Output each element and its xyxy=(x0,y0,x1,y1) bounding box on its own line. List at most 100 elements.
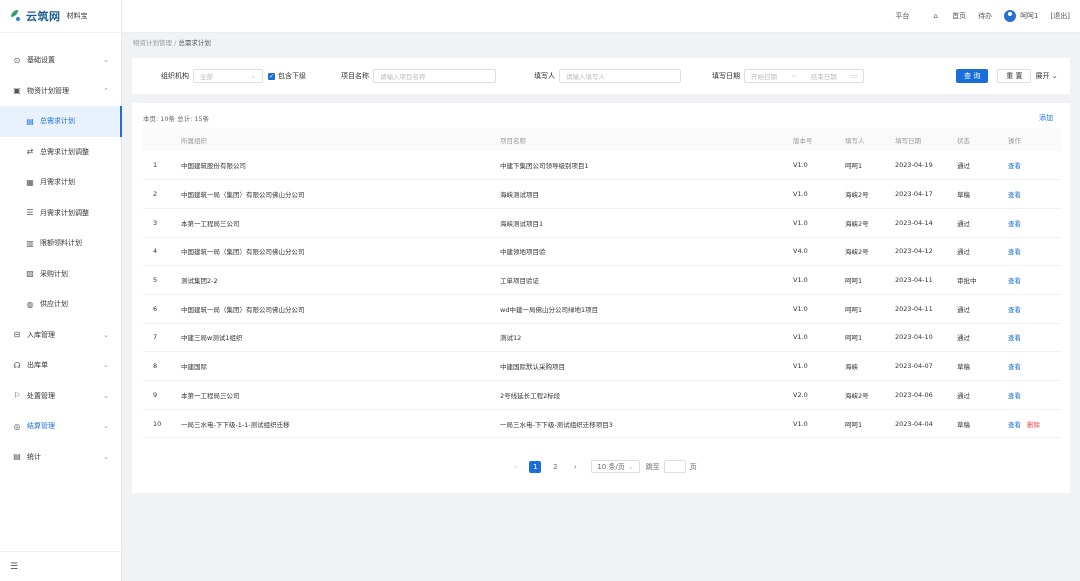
sidebar-item-label: 物资计划管理 xyxy=(27,86,69,95)
view-link[interactable]: 查看 xyxy=(1008,363,1021,371)
pagination: ‹ 1 2 › 10 条/页 ⌄ 跳至 页 xyxy=(132,460,1070,473)
cell-index: 1 xyxy=(143,151,181,181)
breadcrumb-current: 总需求计划 xyxy=(178,39,211,47)
table-row: 1 中国建筑股份有限公司 中建下集团公司领导级别项目1 V1.0 呵呵1 2023-04-… xyxy=(143,151,1061,181)
page-1-button[interactable]: 1 xyxy=(529,460,542,473)
sidebar-item-stats[interactable]: ▤ 统计 ⌄ xyxy=(0,442,121,473)
cell-filler: 呵呵1 xyxy=(845,323,895,353)
col-actions: 操作 xyxy=(1008,128,1061,151)
sidebar-item-inbound[interactable]: ⊟ 入库管理 ⌄ xyxy=(0,320,121,351)
view-link[interactable]: 查看 xyxy=(1008,191,1021,199)
page-2-button[interactable]: 2 xyxy=(549,461,561,473)
view-link[interactable]: 查看 xyxy=(1008,220,1021,228)
sidebar-item-outbound[interactable]: ☊ 出库单 ⌄ xyxy=(0,350,121,381)
headset-icon: ☊ xyxy=(13,360,21,370)
reset-button[interactable]: 重 置 xyxy=(997,69,1032,83)
sidebar-subitem-total-demand-adjust[interactable]: ⇄ 总需求计划调整 xyxy=(0,137,121,168)
check-icon: ✓ xyxy=(268,72,275,80)
view-link[interactable]: 查看 xyxy=(1008,421,1021,429)
adjust-icon: ⇄ xyxy=(26,147,34,157)
view-link[interactable]: 查看 xyxy=(1008,392,1021,400)
cell-filler: 海峡2号 xyxy=(845,179,895,209)
sidebar-item-label: 入库管理 xyxy=(27,330,55,339)
table-row: 10 一局三水电-下下级-1-1-测试组织迁移 一局三水电-下下级-测试组织迁移项目… xyxy=(143,409,1061,439)
cell-date: 2023-04-11 xyxy=(895,294,957,324)
cell-status: 审批中 xyxy=(957,265,1008,295)
sidebar-subitem-purchase-plan[interactable]: ▧ 采购计划 xyxy=(0,259,121,290)
col-date: 填写日期 xyxy=(895,128,957,151)
delete-link[interactable]: 删除 xyxy=(1027,421,1040,429)
collapse-menu-button[interactable]: ☰ xyxy=(0,551,121,581)
org-select[interactable]: 全部 ⌄ xyxy=(193,69,263,83)
cell-project: 中建领地项目验 xyxy=(500,237,793,267)
sidebar-subitem-quota-picking[interactable]: ▥ 限额领料计划 xyxy=(0,228,121,259)
sidebar-subitem-monthly-demand[interactable]: ▦ 月需求计划 xyxy=(0,167,121,198)
org-select-value: 全部 xyxy=(200,73,213,81)
date-range-picker[interactable]: 开始日期 ~ 结束日期 ▭ xyxy=(744,69,864,83)
sidebar-subitem-total-demand[interactable]: ▤ 总需求计划 xyxy=(0,106,122,137)
breadcrumb-separator: / xyxy=(174,39,177,47)
table-row: 5 测试集团2-2 工单项目验证 V1.0 呵呵1 2023-04-11 审批中 查看 xyxy=(143,265,1061,295)
cell-date: 2023-04-12 xyxy=(895,237,957,267)
table-row: 9 本第一工程局三公司 2号线延长工程2标段 V2.0 海峡2号 2023-04-06 通过… xyxy=(143,380,1061,410)
cell-version: V4.0 xyxy=(793,237,845,267)
todo-link[interactable]: 待办 xyxy=(978,11,992,21)
cell-project: 海峡测试项目1 xyxy=(500,208,793,238)
chevron-down-icon: ⌄ xyxy=(103,330,109,339)
view-link[interactable]: 查看 xyxy=(1008,334,1021,342)
view-link[interactable]: 查看 xyxy=(1008,277,1021,285)
project-input[interactable]: 请输入项目名称 xyxy=(373,69,496,83)
breadcrumb-parent[interactable]: 物资计划管理 xyxy=(133,39,172,47)
sidebar-item-disposal[interactable]: ⚐ 处置管理 ⌄ xyxy=(0,381,121,412)
table-row: 2 中国建筑一局（集团）有限公司佛山分公司 海峡测试项目 V1.0 海峡2号 2023-0… xyxy=(143,179,1061,209)
cell-filler: 海峡 xyxy=(845,351,895,381)
view-link[interactable]: 查看 xyxy=(1008,306,1021,314)
cell-org: 本第一工程局三公司 xyxy=(181,380,500,410)
view-link[interactable]: 查看 xyxy=(1008,162,1021,170)
cell-status: 通过 xyxy=(957,323,1008,353)
cell-date: 2023-04-10 xyxy=(895,323,957,353)
top-bar: 平台 ⌂ 首页 待办 呵呵1 [退出] xyxy=(122,0,1080,33)
sidebar-subitem-monthly-demand-adjust[interactable]: ☰ 月需求计划调整 xyxy=(0,198,121,229)
filler-input-placeholder: 请输入填写人 xyxy=(566,73,605,81)
chevron-down-icon: ⌄ xyxy=(103,391,109,400)
view-link[interactable]: 查看 xyxy=(1008,248,1021,256)
chevron-down-icon: ⌄ xyxy=(103,361,109,370)
add-button[interactable]: 添加 xyxy=(1039,113,1053,123)
sidebar-item-basic-settings[interactable]: ⊙ 基础设置 ⌄ xyxy=(0,45,121,76)
cell-date: 2023-04-04 xyxy=(895,409,957,439)
filler-input[interactable]: 请输入填写人 xyxy=(559,69,681,83)
expand-label: 展开 xyxy=(1035,72,1050,80)
logo-text: 云筑网 xyxy=(26,10,61,23)
sidebar-subitem-supply-plan[interactable]: ◍ 供应计划 xyxy=(0,289,121,320)
filter-bar: 组织机构 全部 ⌄ ✓ 包含下级 项目名称 请输入项目名称 填写人 请输入填写人… xyxy=(132,58,1070,94)
logout-link[interactable]: [退出] xyxy=(1051,11,1070,21)
home-link[interactable]: ⌂ 首页 xyxy=(921,11,966,21)
gear-icon: ⊙ xyxy=(13,55,21,65)
goto-page-input[interactable] xyxy=(663,460,686,473)
next-page-button[interactable]: › xyxy=(569,461,581,473)
cell-version: V1.0 xyxy=(793,409,845,439)
sidebar-item-label: 采购计划 xyxy=(40,269,68,278)
include-sub-checkbox[interactable]: ✓ 包含下级 xyxy=(268,71,306,81)
cell-org: 测试集团2-2 xyxy=(181,265,500,295)
sidebar-item-settlement[interactable]: ◎ 结算管理 ⌄ xyxy=(0,411,121,442)
logo[interactable]: 云筑网 材料宝 xyxy=(0,0,121,33)
cell-version: V1.0 xyxy=(793,294,845,324)
col-project: 项目名称 xyxy=(500,128,793,151)
platform-link[interactable]: 平台 xyxy=(895,11,909,21)
cell-date: 2023-04-07 xyxy=(895,351,957,381)
expand-button[interactable]: 展开 ⌄ xyxy=(1035,71,1057,81)
list-panel: 本页: 10条 总计: 15条 添加 所属组织 项目名称 版本号 填写人 填写日… xyxy=(132,103,1070,493)
goto-label: 跳至 xyxy=(645,462,660,471)
cell-index: 6 xyxy=(143,294,181,324)
avatar[interactable] xyxy=(1004,10,1017,22)
user-name[interactable]: 呵呵1 xyxy=(1020,11,1038,21)
cell-date: 2023-04-14 xyxy=(895,208,957,238)
search-button[interactable]: 查 询 xyxy=(956,69,989,83)
page-size-select[interactable]: 10 条/页 ⌄ xyxy=(591,460,640,473)
cell-org: 中国建筑股份有限公司 xyxy=(181,151,500,181)
sidebar-item-label: 月需求计划调整 xyxy=(40,208,89,217)
sidebar-item-material-plan[interactable]: ▣ 物资计划管理 ⌃ xyxy=(0,76,121,107)
prev-page-button[interactable]: ‹ xyxy=(509,461,521,473)
